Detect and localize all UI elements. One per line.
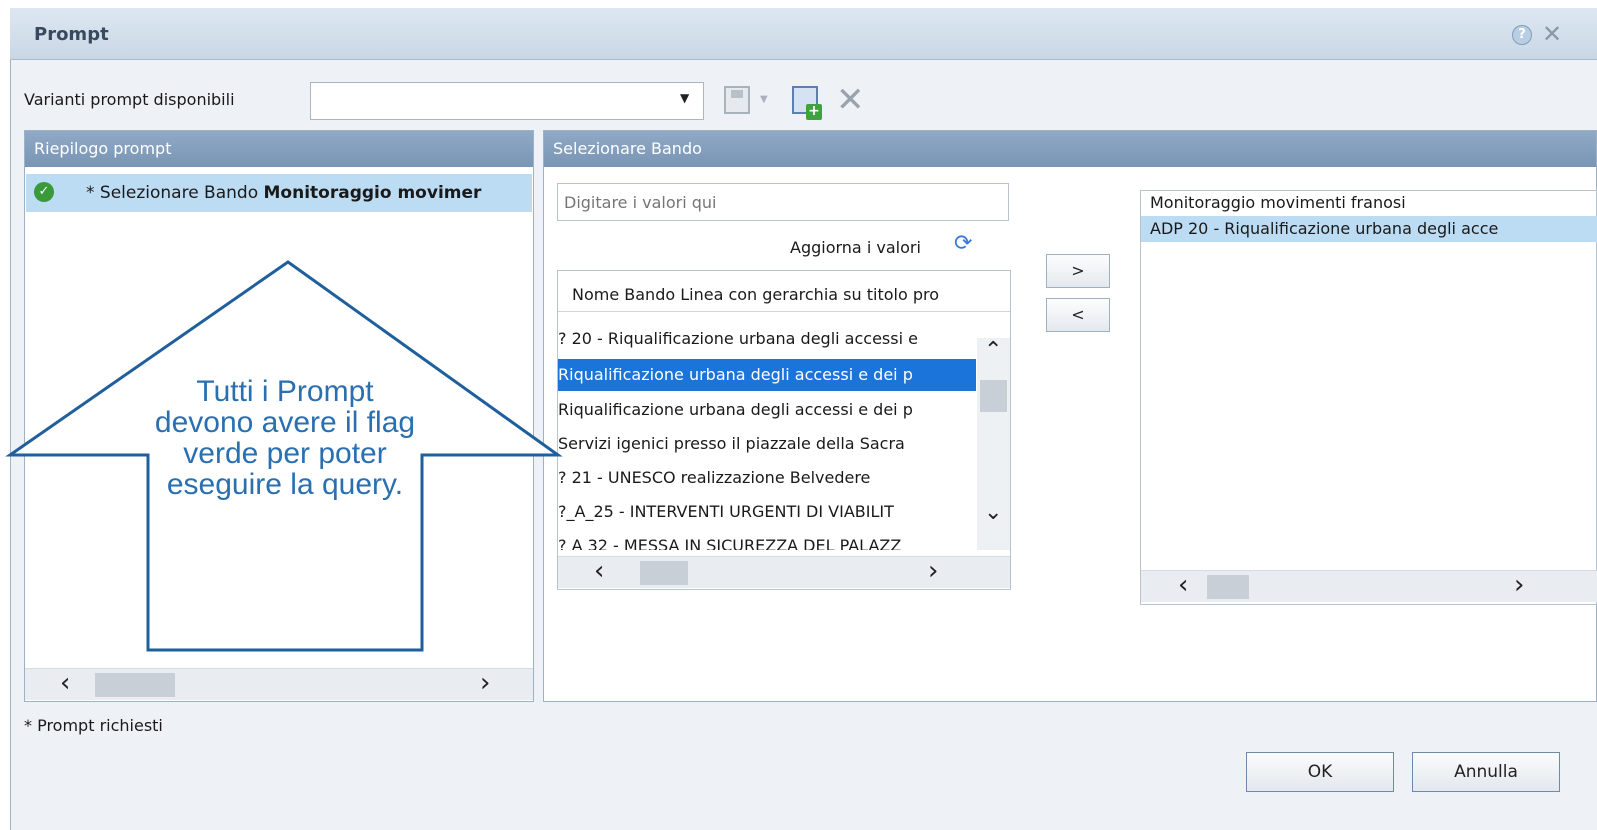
scroll-right-icon[interactable]: ›	[1514, 570, 1524, 600]
scroll-left-icon[interactable]: ‹	[60, 668, 70, 698]
selected-values-list	[1140, 190, 1597, 605]
values-hscrollbar[interactable]	[558, 556, 1010, 588]
scroll-up-icon[interactable]: ⌃	[984, 336, 1002, 366]
values-vscroll-thumb[interactable]	[980, 380, 1007, 412]
refresh-values-link[interactable]: Aggiorna i valori	[790, 238, 921, 257]
scroll-left-icon[interactable]: ‹	[594, 556, 604, 586]
scroll-right-icon[interactable]: ›	[480, 668, 490, 698]
list-item[interactable]: Riqualificazione urbana degli accessi e …	[558, 394, 976, 426]
required-note: * Prompt richiesti	[24, 716, 163, 735]
summary-scroll-thumb[interactable]	[95, 673, 175, 697]
list-item[interactable]: ? A 32 - MESSA IN SICUREZZA DEL PALAZZ	[558, 530, 976, 550]
selected-hscrollbar[interactable]	[1141, 570, 1597, 602]
refresh-icon[interactable]: ⟳	[954, 232, 982, 256]
summary-item-prefix: * Selezionare Bando	[86, 183, 264, 203]
add-value-button[interactable]: >	[1046, 254, 1110, 288]
help-icon[interactable]: ?	[1512, 25, 1532, 45]
selected-list-item[interactable]: ADP 20 - Riqualificazione urbana degli a…	[1141, 216, 1597, 242]
save-as-icon[interactable]	[792, 86, 822, 120]
dialog-titlebar	[10, 8, 1597, 60]
list-item[interactable]: Servizi igenici presso il piazzale della…	[558, 428, 976, 460]
list-item[interactable]: ?_A_25 - INTERVENTI URGENTI DI VIABILIT	[558, 496, 976, 528]
cancel-button[interactable]: Annulla	[1412, 752, 1560, 792]
scroll-left-icon[interactable]: ‹	[1178, 570, 1188, 600]
values-column-header[interactable]: Nome Bando Linea con gerarchia su titolo…	[558, 278, 1010, 312]
list-item-selected[interactable]: Riqualificazione urbana degli accessi e …	[558, 359, 976, 391]
values-hscroll-thumb[interactable]	[640, 561, 688, 585]
save-icon[interactable]	[724, 86, 750, 114]
summary-item-value: Monitoraggio movimer	[263, 183, 482, 203]
selected-hscroll-thumb[interactable]	[1207, 575, 1249, 599]
selected-list-item[interactable]: Monitoraggio movimenti franosi	[1141, 190, 1597, 216]
variants-label: Varianti prompt disponibili	[24, 90, 235, 109]
callout-text: Tutti i Prompt devono avere il flag verd…	[154, 375, 416, 501]
ok-button[interactable]: OK	[1246, 752, 1394, 792]
summary-hscrollbar[interactable]	[25, 668, 533, 700]
remove-value-button[interactable]: <	[1046, 298, 1110, 332]
delete-icon[interactable]: ✕	[836, 82, 865, 118]
close-icon[interactable]: ✕	[1542, 20, 1562, 48]
dialog-title: Prompt	[34, 24, 109, 45]
list-item[interactable]: ? 21 - UNESCO realizzazione Belvedere	[558, 462, 976, 494]
chevron-down-icon[interactable]: ▼	[680, 91, 689, 105]
save-dropdown-icon[interactable]: ▼	[760, 94, 768, 105]
summary-item-label: * Selezionare Bando Monitoraggio movimer	[86, 183, 530, 203]
scroll-down-icon[interactable]: ⌄	[984, 498, 1002, 528]
summary-panel-header: Riepilogo prompt	[25, 131, 533, 167]
search-input[interactable]	[557, 183, 1009, 221]
variants-select[interactable]	[310, 82, 704, 120]
scroll-right-icon[interactable]: ›	[928, 556, 938, 586]
bando-panel-header: Selezionare Bando	[544, 131, 1596, 167]
check-icon: ✓	[34, 182, 54, 202]
list-item[interactable]: ? 20 - Riqualificazione urbana degli acc…	[558, 323, 976, 355]
